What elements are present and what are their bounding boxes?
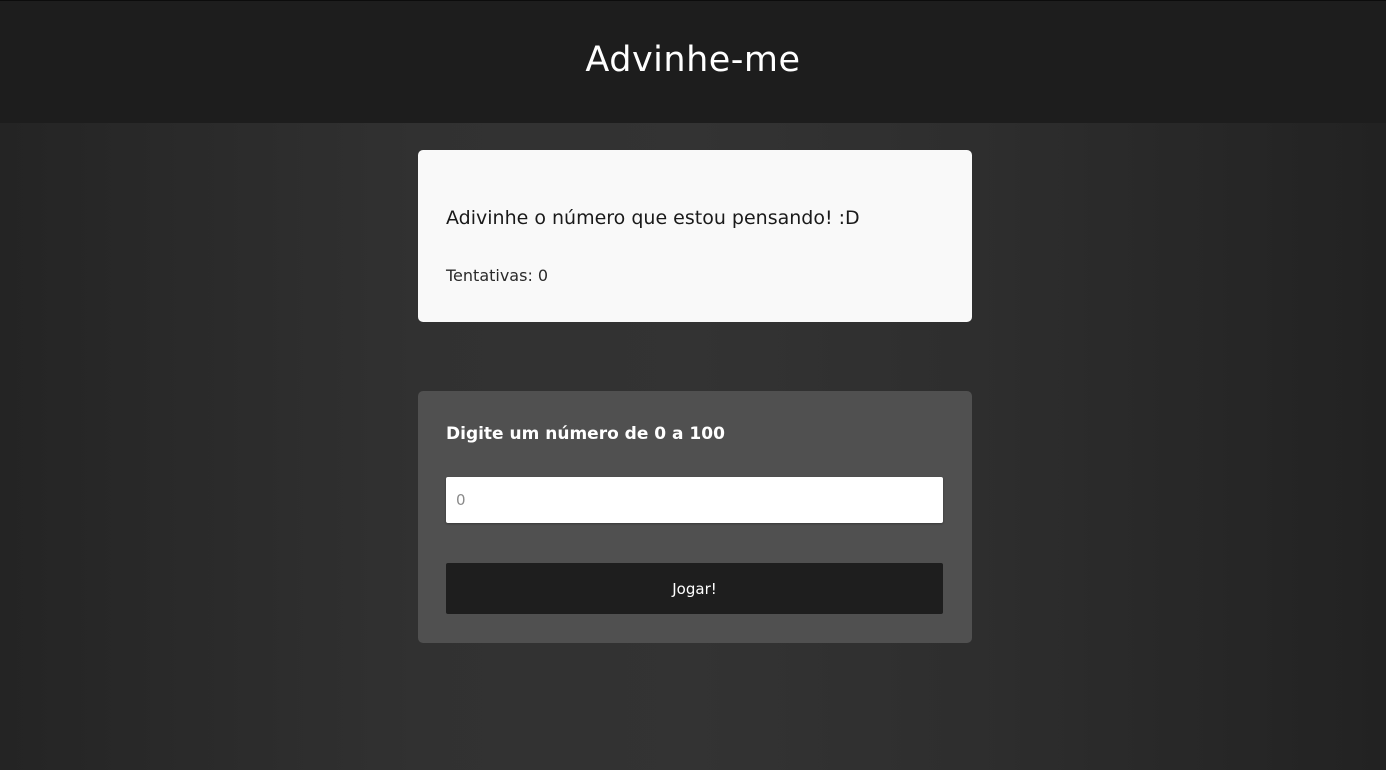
tries-counter: Tentativas: 0	[446, 266, 549, 285]
page-title: Advinhe-me	[585, 40, 801, 80]
play-button[interactable]: Jogar!	[446, 563, 943, 614]
guess-form: Digite um número de 0 a 100 Jogar!	[418, 391, 972, 643]
info-card: Adivinhe o número que estou pensando! :D…	[418, 150, 972, 322]
guess-input[interactable]	[446, 477, 943, 523]
game-message: Adivinhe o número que estou pensando! :D	[446, 207, 860, 229]
guess-prompt: Digite um número de 0 a 100	[446, 424, 725, 444]
page-header: Advinhe-me	[0, 0, 1386, 123]
